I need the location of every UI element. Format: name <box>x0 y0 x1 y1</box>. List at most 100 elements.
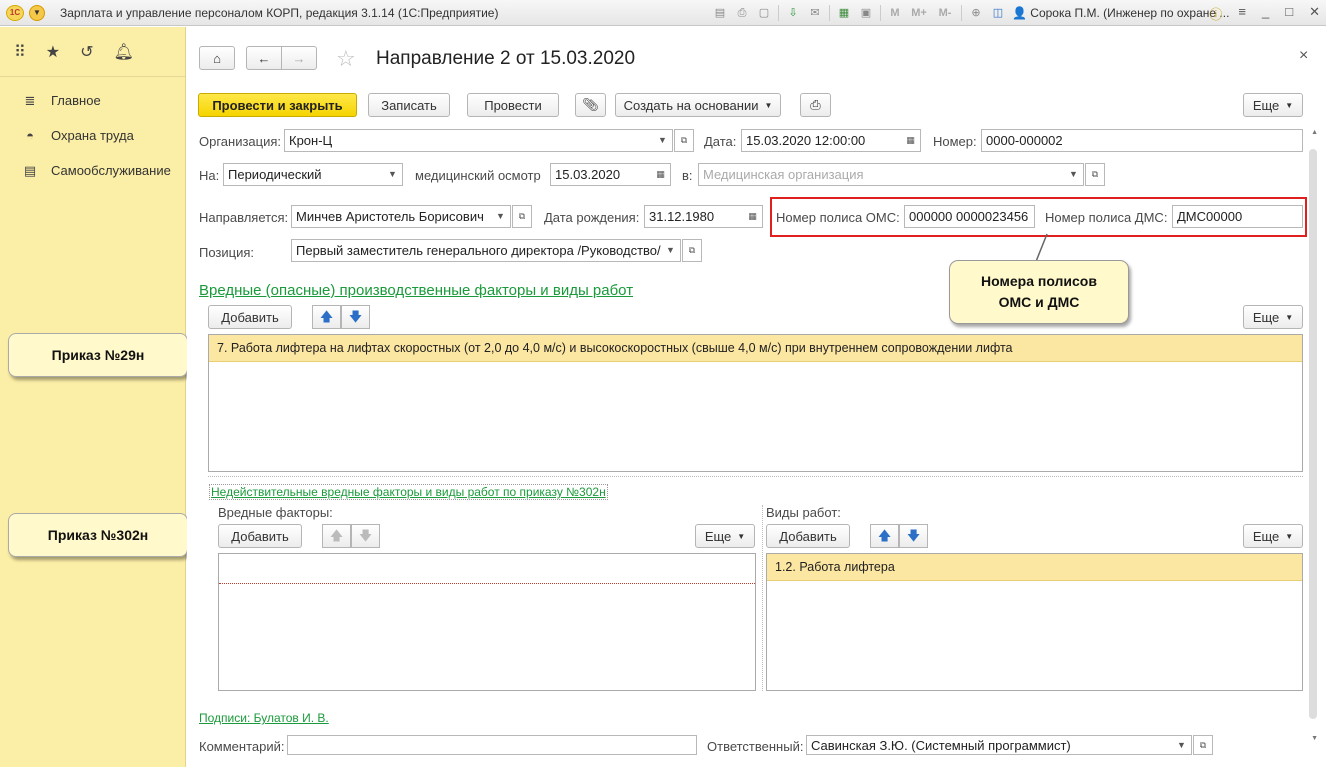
home-button[interactable]: ⌂ <box>199 46 235 70</box>
oms-field[interactable]: 000000 0000023456 <box>904 205 1035 228</box>
calendar-icon[interactable]: ▣ <box>858 5 874 21</box>
scroll-up-icon[interactable]: ▲ <box>1311 129 1318 136</box>
chevron-down-icon[interactable]: ▼ <box>491 205 511 228</box>
chevron-down-icon[interactable]: ▼ <box>383 163 403 186</box>
number-field[interactable]: 0000-000002 <box>981 129 1303 152</box>
birth-date-field[interactable]: 31.12.1980 <box>644 205 744 228</box>
history-icon[interactable]: ↺ <box>80 42 93 62</box>
close-form-icon[interactable]: × <box>1299 47 1308 65</box>
print-icon[interactable]: ⎙ <box>734 5 750 21</box>
paperclip-icon: 📎︎ <box>582 97 599 112</box>
exam-type-select[interactable]: Периодический <box>223 163 385 186</box>
save-icon[interactable]: ▤ <box>712 5 728 21</box>
date-field[interactable]: 15.03.2020 12:00:00 <box>741 129 903 152</box>
favorite-star-icon[interactable]: ☆ <box>336 46 356 72</box>
exam-date-field[interactable]: 15.03.2020 <box>550 163 652 186</box>
employee-field[interactable]: Минчев Аристотель Борисович <box>291 205 493 228</box>
comment-field[interactable] <box>287 735 697 755</box>
main-menu-icon[interactable]: ▼ <box>29 5 45 21</box>
email-icon[interactable]: ✉ <box>807 5 823 21</box>
move-up-button[interactable]: 🡅 <box>322 524 351 548</box>
callout-line: Номера полисов <box>981 273 1097 289</box>
move-down-button[interactable]: 🡇 <box>341 305 370 329</box>
date-label: Дата: <box>704 134 737 149</box>
minimize-icon[interactable]: _ <box>1262 4 1269 23</box>
sidebar-item-label: Главное <box>51 93 101 108</box>
attach-button[interactable]: 📎︎ <box>575 93 606 117</box>
1c-logo-icon: 1С <box>6 5 24 21</box>
toolbar-divider <box>829 5 830 21</box>
harmful-factors-link[interactable]: Вредные (опасные) производственные факто… <box>199 282 633 299</box>
sections-toolbar: ⠿ ★ ↺ 🔔︎ <box>0 27 185 77</box>
save-button[interactable]: Записать <box>368 93 450 117</box>
calendar-icon[interactable]: ▦ <box>901 129 921 152</box>
add-work-button[interactable]: Добавить <box>766 524 850 548</box>
signatures-link[interactable]: Подписи: Булатов И. В. <box>199 711 329 725</box>
table-row[interactable]: 1.2. Работа лифтера <box>767 554 1302 581</box>
chevron-down-icon[interactable]: ▼ <box>1172 735 1192 755</box>
forward-button[interactable]: → <box>281 46 317 70</box>
add-harmful-button[interactable]: Добавить <box>208 305 292 329</box>
calendar-icon[interactable]: ▦ <box>743 205 763 228</box>
scroll-down-icon[interactable]: ▼ <box>1311 735 1318 742</box>
back-button[interactable]: ← <box>246 46 282 70</box>
maximize-icon[interactable]: □ <box>1285 4 1293 23</box>
more-label: Еще <box>1252 309 1280 325</box>
position-field[interactable]: Первый заместитель генерального директор… <box>291 239 663 262</box>
create-based-on-button[interactable]: Создать на основании ▼ <box>615 93 781 117</box>
sidebar-item-main[interactable]: ≣ Главное <box>0 83 185 118</box>
sidebar-item-self-service[interactable]: ▤ Самообслуживание <box>0 153 185 188</box>
vertical-scrollbar[interactable] <box>1309 149 1317 719</box>
memory-minus-icon[interactable]: M- <box>935 5 955 21</box>
post-and-close-button[interactable]: Провести и закрыть <box>198 93 357 117</box>
responsible-field[interactable]: Савинская З.Ю. (Системный программист) <box>806 735 1174 755</box>
invalid-factors-link[interactable]: Недействительные вредные факторы и виды … <box>209 484 608 500</box>
favorites-star-icon[interactable]: ★ <box>46 42 60 62</box>
page-title: Направление 2 от 15.03.2020 <box>376 48 636 69</box>
move-up-button[interactable]: 🡅 <box>870 524 899 548</box>
menu-icon[interactable]: ≡ <box>1238 4 1246 23</box>
more-label: Еще <box>1252 97 1280 113</box>
move-down-button[interactable]: 🡇 <box>899 524 928 548</box>
calculator-icon[interactable]: ▦ <box>836 5 852 21</box>
table-row[interactable]: 7. Работа лифтера на лифтах скоростных (… <box>209 335 1302 362</box>
info-icon[interactable]: ⓘ <box>1209 4 1222 23</box>
memory-plus-icon[interactable]: M+ <box>909 5 929 21</box>
empty-row-line <box>219 583 755 584</box>
dms-field[interactable]: ДМС00000 <box>1172 205 1303 228</box>
organization-field[interactable]: Крон-Ц <box>284 129 656 152</box>
more-factors-button[interactable]: Еще ▼ <box>695 524 755 548</box>
more-harmful-button[interactable]: Еще ▼ <box>1243 305 1303 329</box>
medical-org-field[interactable]: Медицинская организация <box>698 163 1065 186</box>
responsible-label: Ответственный: <box>707 739 804 754</box>
preview-icon[interactable]: ▢ <box>756 5 772 21</box>
window-title: Зарплата и управление персоналом КОРП, р… <box>60 6 499 20</box>
window-icon[interactable]: ◫ <box>990 5 1006 21</box>
add-factor-button[interactable]: Добавить <box>218 524 302 548</box>
open-icon[interactable]: ⧉ <box>674 129 694 152</box>
more-works-button[interactable]: Еще ▼ <box>1243 524 1303 548</box>
download-icon[interactable]: ⇩ <box>785 5 801 21</box>
move-up-button[interactable]: 🡅 <box>312 305 341 329</box>
current-user[interactable]: 👤 Сорока П.М. (Инженер по охране ... <box>1012 6 1229 20</box>
calendar-icon[interactable]: ▦ <box>651 163 671 186</box>
user-name: Сорока П.М. (Инженер по охране ... <box>1030 6 1230 20</box>
open-icon[interactable]: ⧉ <box>1085 163 1105 186</box>
sidebar-item-labor-safety[interactable]: ◓ Охрана труда <box>0 118 185 153</box>
open-icon[interactable]: ⧉ <box>682 239 702 262</box>
chevron-down-icon[interactable]: ▼ <box>1064 163 1084 186</box>
chevron-down-icon[interactable]: ▼ <box>661 239 681 262</box>
open-icon[interactable]: ⧉ <box>1193 735 1213 755</box>
post-button[interactable]: Провести <box>467 93 559 117</box>
bell-icon[interactable]: 🔔︎ <box>113 42 133 62</box>
chevron-down-icon[interactable]: ▼ <box>653 129 673 152</box>
more-label: Еще <box>1252 528 1280 544</box>
memory-icon[interactable]: M <box>887 5 903 21</box>
move-down-button[interactable]: 🡇 <box>351 524 380 548</box>
close-icon[interactable]: ✕ <box>1309 4 1320 23</box>
print-button[interactable]: ⎙ <box>800 93 831 117</box>
more-button[interactable]: Еще ▼ <box>1243 93 1303 117</box>
grid-menu-icon[interactable]: ⠿ <box>14 42 26 62</box>
zoom-icon[interactable]: ⊕ <box>968 5 984 21</box>
open-icon[interactable]: ⧉ <box>512 205 532 228</box>
